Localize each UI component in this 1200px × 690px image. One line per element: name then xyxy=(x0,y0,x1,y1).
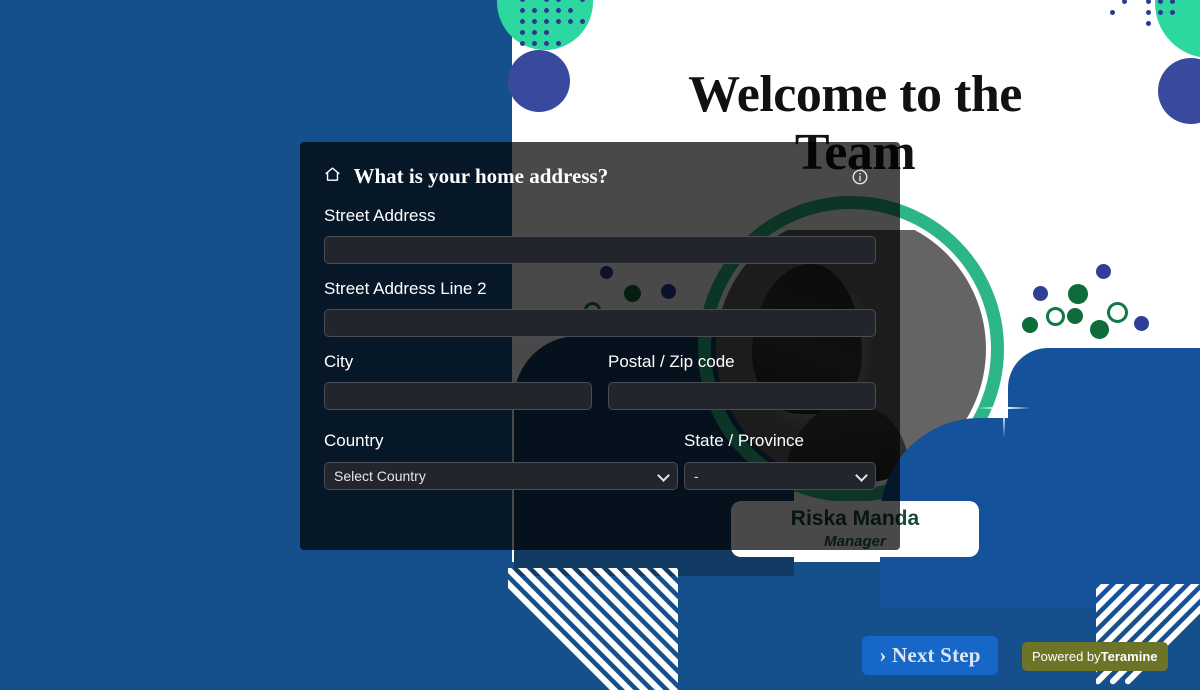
stripe-pattern-bottom-left xyxy=(508,568,678,690)
deco-ring-dot xyxy=(1046,307,1065,326)
dot-grid-top-right xyxy=(1098,0,1174,38)
deco-dot xyxy=(1022,317,1038,333)
country-select[interactable]: Select Country xyxy=(324,462,678,490)
label-street-address: Street Address xyxy=(324,205,436,227)
label-country: Country xyxy=(324,430,384,452)
page-root: Welcome to the Team Riska Manda Manager xyxy=(0,0,1200,690)
street-address-line-2-input[interactable] xyxy=(324,309,876,337)
state-select-value: - xyxy=(684,462,876,490)
street-address-input[interactable] xyxy=(324,236,876,264)
label-postal-zip-code: Postal / Zip code xyxy=(608,351,735,373)
brand-name: Teramine xyxy=(1101,649,1158,664)
postal-zip-input[interactable] xyxy=(608,382,876,410)
label-street-address-line-2: Street Address Line 2 xyxy=(324,278,487,300)
dot-grid-top-left xyxy=(520,0,630,44)
country-select-value: Select Country xyxy=(324,462,678,490)
powered-by-text: Powered by xyxy=(1032,649,1101,664)
sparkle-icon xyxy=(978,378,1030,438)
label-city: City xyxy=(324,351,353,373)
deco-dot xyxy=(1096,264,1111,279)
panel-header: What is your home address? xyxy=(324,164,880,192)
panel-title: What is your home address? xyxy=(353,164,608,189)
deco-dot xyxy=(1134,316,1149,331)
home-icon xyxy=(324,166,341,188)
powered-by-badge[interactable]: Powered byTeramine xyxy=(1022,642,1168,671)
deco-dot xyxy=(1033,286,1048,301)
info-icon[interactable] xyxy=(851,168,869,191)
stripe-pattern-bottom-right xyxy=(1096,584,1200,690)
address-form-panel: What is your home address? Street Addres… xyxy=(300,142,900,550)
label-state-province: State / Province xyxy=(684,430,804,452)
deco-dot xyxy=(1068,284,1088,304)
city-input[interactable] xyxy=(324,382,592,410)
deco-dot xyxy=(1090,320,1109,339)
deco-ring-dot xyxy=(1107,302,1128,323)
next-step-button[interactable]: › Next Step xyxy=(862,636,998,675)
state-select[interactable]: - xyxy=(684,462,876,490)
deco-dot xyxy=(1067,308,1083,324)
navy-circle-top-left xyxy=(508,50,570,112)
